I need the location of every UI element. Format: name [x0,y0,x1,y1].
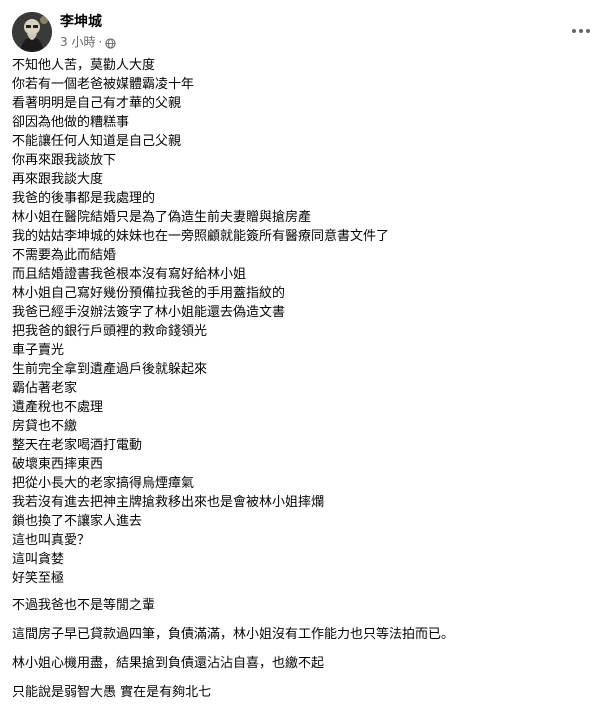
avatar-image [12,12,52,52]
post-line: 鎖也換了不讓家人進去 [12,514,143,529]
post-line: 你再來跟我談放下 [12,153,117,168]
meta-separator: · [98,35,103,49]
post-line: 再來跟我談大度 [12,172,104,187]
post-header: 李坤城 3 小時 · [12,12,598,52]
more-options-button[interactable] [564,14,598,48]
post-line: 這也叫真愛？ [12,533,91,548]
post-line: 生前完全拿到遺產過戶後就躲起來 [12,362,208,377]
post-line: 霸佔著老家 [12,381,78,396]
post-line: 我爸已經手沒辦法簽字了林小姐能還去偽造文書 [12,305,286,320]
post-line: 只能說是弱智大愚 實在是有夠北七 [12,685,212,700]
post-line: 我爸的後事都是我處理的 [12,191,156,206]
post-text: 不知他人苦，莫勸人大度 你若有一個老爸被媒體霸凌十年 看著明明是自己有才華的父親… [12,56,598,704]
post-line: 房貸也不繳 [12,419,78,434]
post-line: 林小姐自己寫好幾份預備拉我爸的手用蓋指紋的 [12,286,286,301]
post-meta: 3 小時 · [60,34,116,50]
post-line: 不過我爸也不是等閒之輩 [12,598,156,613]
post-line: 不需要為此而結婚 [12,248,117,263]
post-line: 這叫貪婪 [12,552,65,567]
author-name[interactable]: 李坤城 [60,13,102,31]
post-line: 遺產稅也不處理 [12,400,104,415]
globe-icon [105,37,116,49]
post-line: 看著明明是自己有才華的父親 [12,96,182,111]
more-horizontal-icon [572,29,590,33]
post-time[interactable]: 3 小時 [60,34,95,50]
post-line: 卻因為他做的糟糕事 [12,115,130,130]
post-line: 我若沒有進去把神主牌搶救移出來也是會被林小姐摔爛 [12,495,325,510]
post-line: 把從小長大的老家搞得烏煙瘴氣 [12,476,195,491]
post-line: 把我爸的銀行戶頭裡的救命錢領光 [12,324,208,339]
post-line: 不知他人苦，莫勸人大度 [12,58,156,73]
post-line: 林小姐在醫院結婚只是為了偽造生前夫妻贈與搶房產 [12,210,312,225]
avatar[interactable] [12,12,52,52]
post-line: 我的姑姑李坤城的妹妹也在一旁照顧就能簽所有醫療同意書文件了 [12,229,390,244]
post-line: 而且結婚證書我爸根本沒有寫好給林小姐 [12,267,247,282]
post-line: 好笑至極 [12,571,65,586]
post-line: 破壞東西摔東西 [12,457,104,472]
post-line: 整天在老家喝酒打電動 [12,438,143,453]
post-line: 車子賣光 [12,343,65,358]
post-line: 林小姐心機用盡，結果搶到負債還沾沾自喜，也繳不起 [12,656,325,671]
post-line: 不能讓任何人知道是自己父親 [12,134,182,149]
post-line: 這間房子早已貸款過四筆，負債滿滿，林小姐沒有工作能力也只等法拍而已。 [12,627,455,642]
post-line: 你若有一個老爸被媒體霸凌十年 [12,77,195,92]
facebook-post: 李坤城 3 小時 · 不知他人苦，莫勸人大度 你若有一個老爸被媒體霸凌十年 看著… [0,0,610,700]
